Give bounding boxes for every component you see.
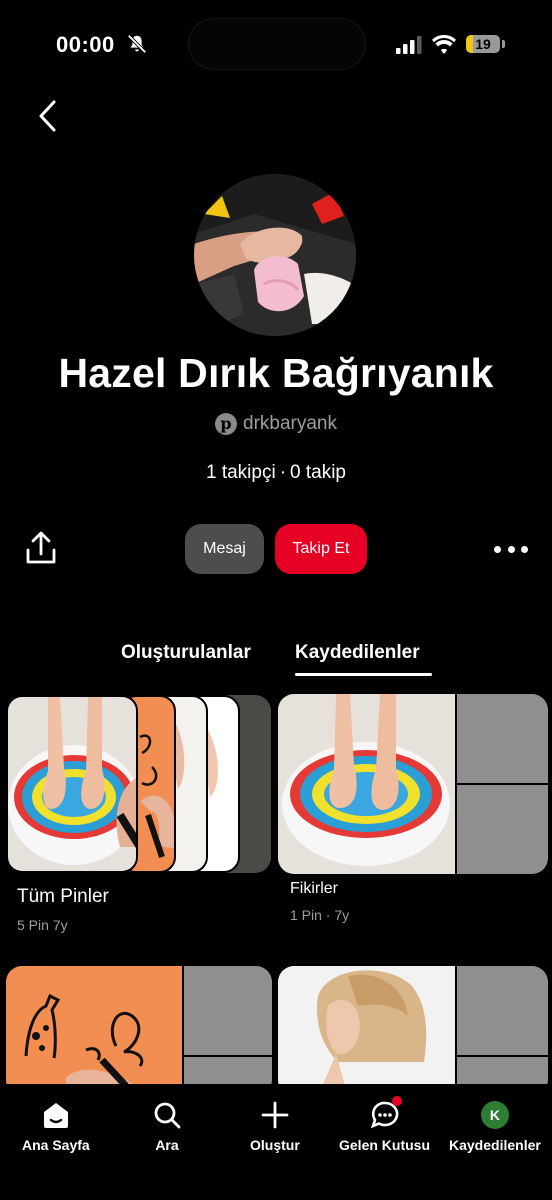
status-time: 00:00 <box>56 32 115 57</box>
share-icon[interactable] <box>24 530 58 566</box>
more-options-icon[interactable] <box>494 540 528 558</box>
avatar-photo <box>194 174 356 336</box>
board-title[interactable]: Tüm Pinler <box>17 886 109 908</box>
nav-home[interactable]: Ana Sayfa <box>22 1100 90 1153</box>
nav-saved[interactable]: K Kaydedilenler <box>449 1100 541 1153</box>
chat-icon <box>370 1096 402 1130</box>
battery-tip <box>502 40 505 48</box>
bottom-nav: Ana Sayfa Ara Oluştur Gelen Kutusu K Kay… <box>0 1084 552 1200</box>
back-chevron-icon[interactable] <box>32 96 64 136</box>
board-cover-image <box>278 694 548 874</box>
nav-label: Ana Sayfa <box>22 1137 90 1153</box>
nav-search[interactable]: Ara <box>152 1100 182 1153</box>
board-preview-collage[interactable] <box>278 966 548 1096</box>
profile-avatar-small: K <box>480 1100 510 1130</box>
board-meta: 1 Pin · 7y <box>290 907 350 923</box>
board-cover-image <box>278 966 548 1096</box>
follow-stats: 1 takipçi · 0 takip <box>0 462 552 484</box>
cellular-signal-icon <box>396 36 422 54</box>
board-preview-collage[interactable] <box>6 966 272 1096</box>
profile-handle-row: p drkbaryank <box>0 413 552 435</box>
message-button[interactable]: Mesaj <box>185 524 264 574</box>
nav-label: Ara <box>155 1137 179 1153</box>
plus-icon <box>261 1101 289 1129</box>
dynamic-island <box>188 18 366 70</box>
nav-create[interactable]: Oluştur <box>250 1100 300 1153</box>
profile-name: Hazel Dırık Bağrıyanık <box>58 350 494 396</box>
bell-muted-icon <box>127 34 147 54</box>
battery-indicator: 19 <box>466 35 500 53</box>
board-title[interactable]: Fikirler <box>290 880 338 898</box>
followers-count[interactable]: 1 takipçi <box>206 462 276 483</box>
avatar-initial: K <box>480 1101 509 1129</box>
more-dot <box>521 545 528 553</box>
following-count[interactable]: 0 takip <box>290 462 346 483</box>
nav-label: Oluştur <box>250 1137 300 1153</box>
profile-avatar[interactable] <box>194 174 356 336</box>
active-tab-indicator <box>295 673 432 676</box>
wifi-icon <box>432 34 456 54</box>
nav-label: Kaydedilenler <box>449 1137 541 1153</box>
tab-saved[interactable]: Kaydedilenler <box>295 642 420 664</box>
nav-inbox[interactable]: Gelen Kutusu <box>339 1096 431 1153</box>
more-dot <box>507 545 515 553</box>
board-cover-image <box>6 695 138 873</box>
profile-handle: drkbaryank <box>243 413 337 434</box>
tab-created[interactable]: Oluşturulanlar <box>121 642 251 664</box>
search-icon <box>154 1102 181 1129</box>
board-ideas-collage[interactable] <box>278 694 548 874</box>
notification-badge <box>391 1096 402 1106</box>
pinterest-logo-icon: p <box>215 413 237 435</box>
more-dot <box>494 545 501 553</box>
follow-button[interactable]: Takip Et <box>275 524 367 574</box>
battery-level: 19 <box>475 36 491 52</box>
home-icon <box>43 1103 68 1128</box>
board-meta: 5 Pin 7y <box>17 917 68 933</box>
nav-label: Gelen Kutusu <box>339 1137 431 1153</box>
board-cover-image <box>6 966 272 1096</box>
stats-separator: · <box>279 462 287 483</box>
